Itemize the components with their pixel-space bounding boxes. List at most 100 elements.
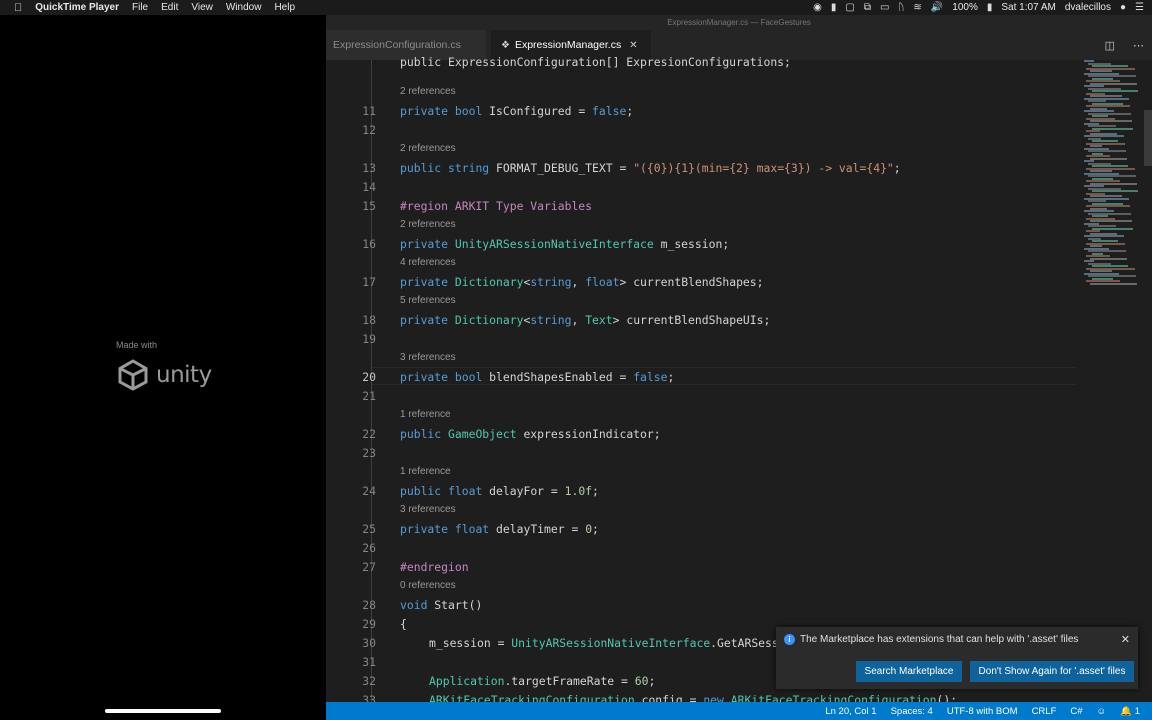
code-line: #endregion: [400, 560, 469, 574]
feedback-smiley-icon[interactable]: ☺: [1097, 706, 1107, 717]
line-number: 29: [362, 617, 376, 631]
line-number: 32: [362, 674, 376, 688]
status-menus: ◉ ▮ ▢ ⧉ ▭ ᚢ ≋ 🔊 100% ▮ Sat 1:07 AM dvale…: [813, 0, 1144, 15]
battery-percent[interactable]: 100%: [952, 2, 978, 13]
partial-code-line: public ExpressionConfiguration[] Expresi…: [400, 55, 791, 69]
minimap-line: [1090, 282, 1137, 285]
code-line: Application.targetFrameRate = 60;: [429, 674, 656, 688]
unity-cube-icon: [118, 359, 148, 391]
menu-help[interactable]: Help: [274, 2, 295, 13]
codelens-references[interactable]: 3 references: [400, 504, 456, 515]
menu-edit[interactable]: Edit: [161, 2, 178, 13]
csharp-file-icon: ❖: [501, 39, 510, 51]
tab-label: ExpressionManager.cs: [514, 39, 622, 51]
code-line: void Start(): [400, 598, 483, 612]
line-number: 13: [362, 161, 376, 175]
clock[interactable]: Sat 1:07 AM: [1001, 2, 1055, 13]
indent-guide: [371, 60, 372, 712]
code-line: public string FORMAT_DEBUG_TEXT = "({0})…: [400, 161, 901, 175]
menu-view[interactable]: View: [191, 2, 213, 13]
airplay-icon[interactable]: ▭: [880, 2, 889, 13]
siri-icon[interactable]: ●: [1120, 2, 1126, 13]
more-actions-icon[interactable]: ⋯: [1133, 39, 1144, 52]
made-with-label: Made with: [116, 340, 158, 350]
code-line: {: [400, 617, 407, 631]
close-tab-icon[interactable]: ✕: [629, 40, 637, 51]
codelens-references[interactable]: 5 references: [400, 295, 456, 306]
code-line: private UnityARSessionNativeInterface m_…: [400, 237, 730, 251]
codelens-references[interactable]: 2 references: [400, 143, 456, 154]
notification-message: i The Marketplace has extensions that ca…: [784, 634, 1078, 645]
codelens-references[interactable]: 1 reference: [400, 409, 451, 420]
code-line: private Dictionary<string, float> curren…: [400, 275, 764, 289]
code-area[interactable]: public ExpressionConfiguration[] Expresi…: [326, 55, 1152, 712]
line-number: 22: [362, 427, 376, 441]
codelens-references[interactable]: 3 references: [400, 352, 456, 363]
line-number: 12: [362, 123, 376, 137]
notification-center-icon[interactable]: ☰: [1135, 2, 1144, 13]
copy-icon[interactable]: ⧉: [864, 2, 871, 13]
line-number: 19: [362, 332, 376, 346]
minimap-line: [1090, 157, 1127, 160]
code-line: private float delayTimer = 0;: [400, 522, 599, 536]
code-line: public GameObject expressionIndicator;: [400, 427, 661, 441]
line-number: 17: [362, 275, 376, 289]
unity-logo: unity: [116, 358, 212, 392]
line-number: 16: [362, 237, 376, 251]
codelens-references[interactable]: 1 reference: [400, 466, 451, 477]
file-encoding[interactable]: UTF-8 with BOM: [947, 706, 1018, 717]
notification-text: The Marketplace has extensions that can …: [800, 634, 1079, 645]
apple-icon[interactable]: : [14, 2, 22, 14]
minimap[interactable]: [1080, 60, 1144, 290]
record-icon[interactable]: ◉: [813, 2, 822, 13]
scrollbar-thumb[interactable]: [1144, 110, 1152, 166]
app-menu[interactable]: QuickTime Player: [35, 2, 119, 13]
share-icon[interactable]: ▢: [845, 2, 854, 13]
dont-show-again-button[interactable]: Don't Show Again for '.asset' files: [970, 661, 1134, 682]
menu-file[interactable]: File: [132, 2, 148, 13]
codelens-references[interactable]: 4 references: [400, 257, 456, 268]
bookmark-icon[interactable]: ▮: [831, 2, 837, 13]
window-title: ExpressionManager.cs — FaceGestures: [326, 15, 1152, 30]
line-number: 25: [362, 522, 376, 536]
indentation[interactable]: Spaces: 4: [891, 706, 933, 717]
line-number: 24: [362, 484, 376, 498]
user-name[interactable]: dvalecillos: [1065, 2, 1111, 13]
code-line: private Dictionary<string, Text> current…: [400, 313, 771, 327]
bluetooth-icon[interactable]: ᚢ: [898, 2, 904, 13]
codelens-references[interactable]: 2 references: [400, 86, 456, 97]
info-icon: i: [784, 634, 795, 645]
line-number: 18: [362, 313, 376, 327]
close-notification-icon[interactable]: ✕: [1121, 633, 1130, 646]
code-line: private bool blendShapesEnabled = false;: [400, 370, 675, 384]
codelens-references[interactable]: 2 references: [400, 219, 456, 230]
line-number: 11: [362, 104, 376, 118]
line-number: 26: [362, 541, 376, 555]
menu-bar:  QuickTime Player File Edit View Window…: [0, 0, 1152, 15]
cursor-position[interactable]: Ln 20, Col 1: [825, 706, 876, 717]
language-mode[interactable]: C#: [1070, 706, 1082, 717]
search-marketplace-button[interactable]: Search Marketplace: [856, 661, 962, 682]
wifi-icon[interactable]: ≋: [913, 2, 921, 13]
editor-actions: ◫ ⋯: [1105, 30, 1144, 60]
split-editor-icon[interactable]: ◫: [1105, 39, 1115, 52]
home-indicator: [105, 709, 221, 713]
notification-count: 1: [1134, 705, 1140, 717]
line-number: 30: [362, 636, 376, 650]
line-number: 27: [362, 560, 376, 574]
marketplace-notification: i The Marketplace has extensions that ca…: [776, 627, 1138, 689]
notifications-bell[interactable]: 🔔 1: [1120, 706, 1140, 717]
code-line: public float delayFor = 1.0f;: [400, 484, 599, 498]
line-number: 28: [362, 598, 376, 612]
tab-label: ExpressionConfiguration.cs: [333, 39, 461, 51]
line-endings[interactable]: CRLF: [1032, 706, 1057, 717]
volume-icon[interactable]: 🔊: [931, 2, 943, 13]
codelens-references[interactable]: 0 references: [400, 580, 456, 591]
menu-window[interactable]: Window: [226, 2, 262, 13]
line-number: 31: [362, 655, 376, 669]
minimap-line: [1090, 257, 1127, 260]
code-line: private bool IsConfigured = false;: [400, 104, 634, 118]
line-number: 15: [362, 199, 376, 213]
line-number: 21: [362, 389, 376, 403]
unity-logo-text: unity: [156, 362, 212, 388]
